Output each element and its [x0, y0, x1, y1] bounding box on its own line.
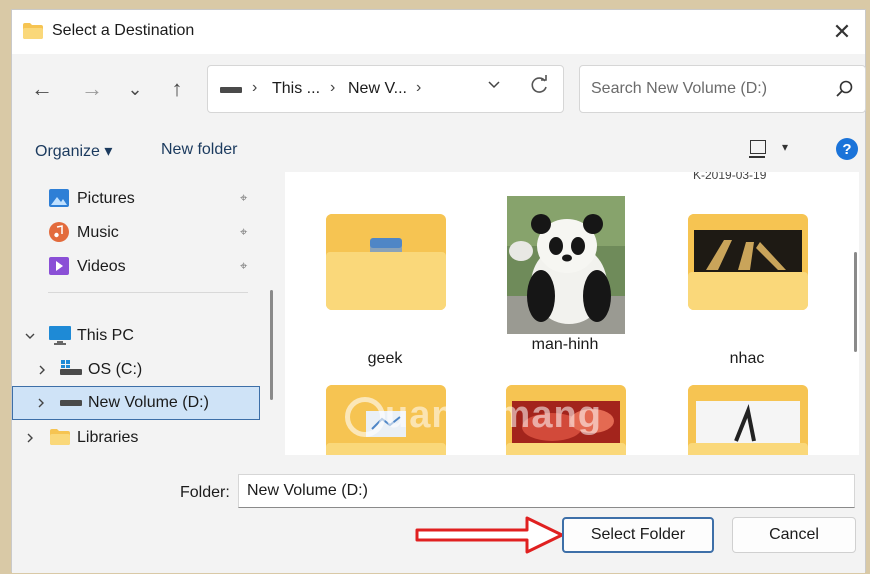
select-destination-dialog: Select a Destination ✕ ← → ⌄ ↑ › This ..…	[11, 9, 866, 573]
close-button[interactable]: ✕	[819, 10, 865, 54]
sidebar-item-this-pc[interactable]: This PC	[12, 320, 262, 352]
folder-icon	[688, 385, 808, 455]
breadcrumb-this-pc[interactable]: This ...	[272, 80, 320, 98]
search-icon	[836, 80, 853, 97]
chevron-down-icon: ⌄	[127, 78, 143, 99]
navigation-bar: ← → ⌄ ↑ › This ... › New V... › Search N…	[12, 54, 866, 128]
watermark-text: uantrimang	[385, 394, 602, 436]
new-folder-button[interactable]: New folder	[161, 141, 237, 159]
cancel-button[interactable]: Cancel	[732, 517, 856, 553]
breadcrumb-separator: ›	[252, 79, 258, 96]
breadcrumb-new-volume[interactable]: New V...	[348, 80, 407, 98]
sidebar-item-label: Videos	[77, 258, 126, 275]
list-item[interactable]: geek	[305, 196, 465, 376]
view-dropdown-chevron-icon[interactable]: ▾	[782, 140, 788, 154]
drive-icon	[60, 400, 82, 406]
document-thumbnail	[696, 401, 800, 445]
sidebar-item-new-volume-d[interactable]: New Volume (D:)	[12, 386, 260, 420]
folder-label: Folder:	[180, 484, 230, 501]
forward-arrow-icon: →	[81, 76, 103, 101]
window-title: Select a Destination	[52, 22, 195, 39]
pin-icon: ⌖	[240, 224, 248, 239]
pin-icon: ⌖	[240, 258, 248, 273]
red-arrow-annotation	[415, 516, 564, 554]
folder-icon	[326, 214, 446, 310]
pictures-icon	[49, 189, 69, 207]
panda-thumbnail	[507, 196, 625, 334]
folder-icon	[50, 429, 70, 445]
list-item[interactable]: man-hinh	[485, 182, 645, 376]
up-button[interactable]: ↑	[162, 74, 192, 104]
partial-item-label: K-2019-03-19	[693, 172, 767, 182]
sidebar-item-libraries[interactable]: Libraries	[12, 422, 262, 454]
folder-icon	[688, 214, 808, 310]
drive-icon	[220, 87, 242, 93]
breadcrumb-separator: ›	[330, 79, 336, 96]
breadcrumb-separator: ›	[416, 79, 422, 96]
address-history-chevron-icon[interactable]	[486, 76, 502, 92]
search-box[interactable]: Search New Volume (D:)	[579, 65, 866, 113]
back-arrow-icon: ←	[31, 76, 53, 101]
address-bar[interactable]: › This ... › New V... ›	[207, 65, 564, 113]
close-icon: ✕	[832, 19, 852, 44]
watermark: uantrimang	[345, 394, 602, 437]
content-scrollbar[interactable]	[854, 252, 857, 352]
folder-name-field[interactable]: New Volume (D:)	[238, 474, 855, 508]
sidebar-item-pictures[interactable]: Pictures ⌖	[12, 183, 262, 215]
sidebar-item-label: New Volume (D:)	[88, 394, 209, 411]
back-button[interactable]: ←	[27, 74, 57, 104]
pin-icon: ⌖	[240, 190, 248, 205]
chevron-right-icon[interactable]	[24, 432, 36, 444]
up-arrow-icon: ↑	[171, 76, 183, 101]
folder-icon	[23, 23, 43, 39]
footer: Folder: New Volume (D:) Select Folder Ca…	[12, 455, 865, 573]
videos-icon	[49, 257, 69, 275]
chevron-down-icon[interactable]	[24, 330, 36, 342]
recent-locations-button[interactable]: ⌄	[120, 74, 150, 104]
sidebar-item-videos[interactable]: Videos ⌖	[12, 251, 262, 283]
chevron-right-icon[interactable]	[36, 364, 48, 376]
item-label: nhac	[729, 350, 765, 367]
chevron-right-icon[interactable]	[35, 397, 47, 409]
file-list: K-2019-03-19 geek man-hinh nhac uantrima…	[285, 172, 859, 455]
command-bar: Organize ▾ New folder ▾ ?	[12, 128, 865, 172]
sidebar-item-label: This PC	[77, 327, 134, 344]
sidebar-item-label: Pictures	[77, 190, 135, 207]
sidebar-item-label: Music	[77, 224, 119, 241]
navigation-scrollbar[interactable]	[270, 290, 273, 400]
item-label: man-hinh	[531, 336, 599, 353]
drive-icon	[60, 360, 82, 375]
nav-divider	[48, 292, 248, 293]
view-options-icon[interactable]	[749, 140, 766, 158]
navigation-pane: Pictures ⌖ Music ⌖ Videos ⌖ This PC OS (…	[12, 172, 274, 455]
computer-icon	[49, 326, 71, 345]
sidebar-item-label: Libraries	[77, 429, 139, 446]
organize-menu[interactable]: Organize ▾	[35, 141, 112, 161]
sidebar-item-os-c[interactable]: OS (C:)	[12, 354, 262, 386]
help-icon[interactable]: ?	[836, 138, 858, 160]
select-folder-button[interactable]: Select Folder	[562, 517, 714, 553]
refresh-icon[interactable]	[528, 75, 550, 97]
title-bar: Select a Destination ✕	[12, 10, 865, 54]
music-icon	[49, 222, 69, 242]
forward-button[interactable]: →	[77, 74, 107, 104]
list-item[interactable]: nhac	[667, 196, 827, 376]
list-item[interactable]	[667, 377, 827, 455]
sidebar-item-label: OS (C:)	[88, 361, 143, 378]
search-input[interactable]: Search New Volume (D:)	[591, 80, 767, 98]
sidebar-item-music[interactable]: Music ⌖	[12, 217, 262, 249]
watermark-logo-icon	[345, 396, 385, 437]
item-label: geek	[367, 350, 403, 367]
